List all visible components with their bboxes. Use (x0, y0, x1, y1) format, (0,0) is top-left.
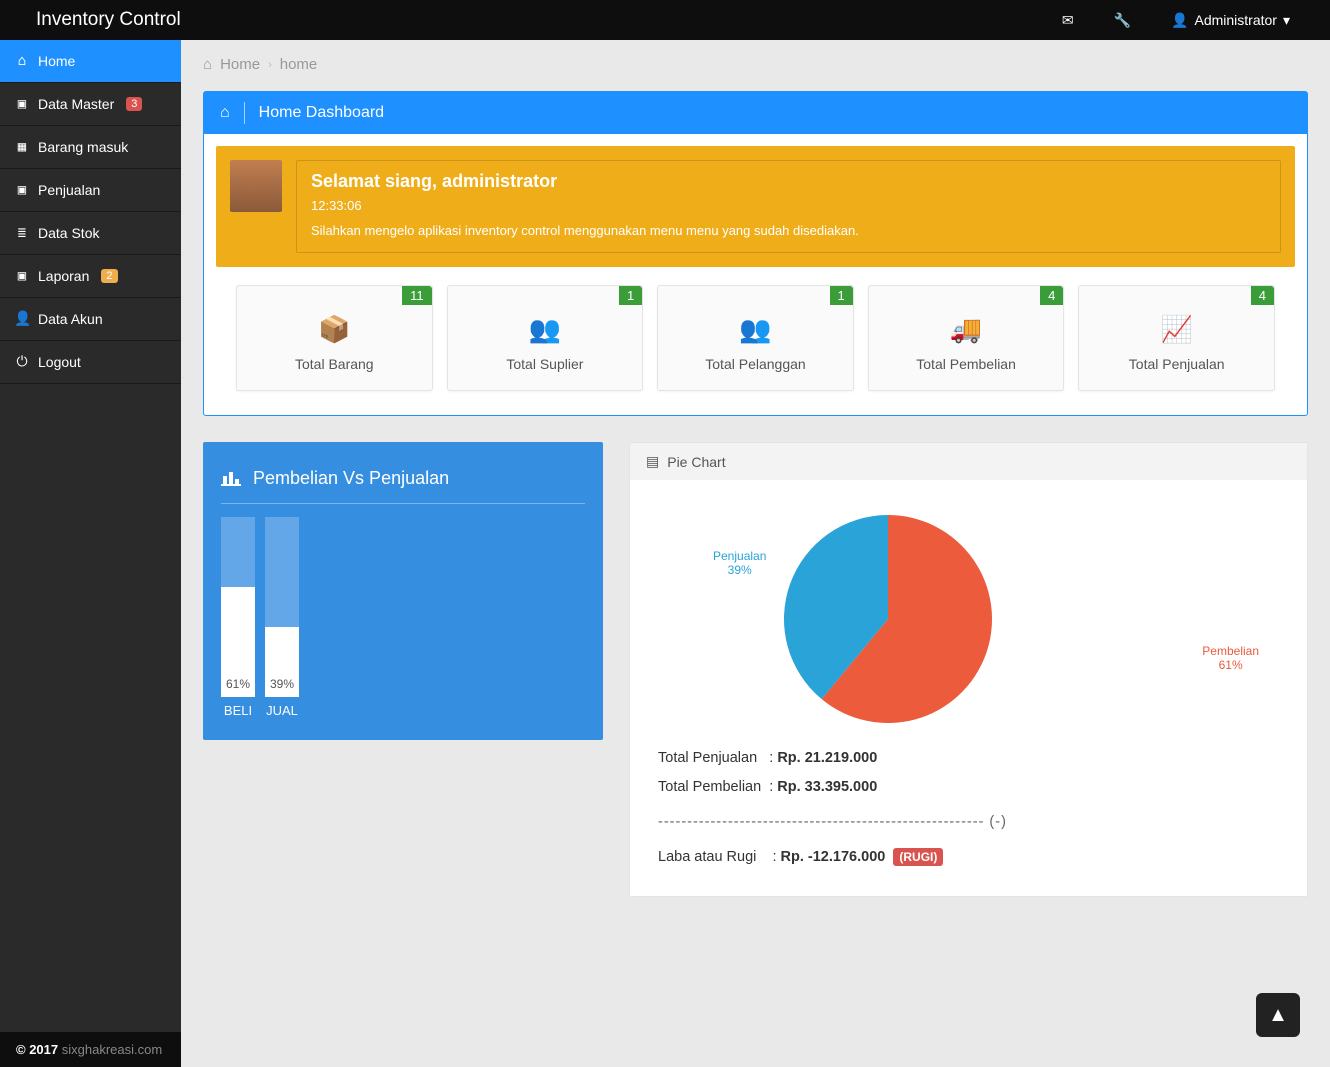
bar-value: 61% (221, 677, 255, 691)
breadcrumb-root[interactable]: Home (220, 56, 260, 73)
sidebar-item-label: Home (38, 53, 75, 69)
stat-card[interactable]: 1 👥 Total Suplier (447, 285, 644, 391)
sidebar-item-data-akun[interactable]: 👤 Data Akun (0, 298, 181, 341)
power-icon: ⏻ (14, 354, 30, 370)
list-icon: ▤ (646, 453, 659, 470)
chevron-down-icon: ▾ (1283, 12, 1290, 29)
sidebar-item-home[interactable]: ⌂ Home (0, 40, 181, 83)
stat-count: 1 (830, 286, 853, 305)
panel-title: Home Dashboard (259, 104, 384, 122)
chevron-right-icon: › (268, 59, 272, 71)
footer: © 2017 sixghakreasi.com (0, 1032, 181, 1067)
breadcrumb-leaf: home (280, 56, 318, 73)
users-icon: 👥 (456, 316, 635, 342)
user-menu[interactable]: 👤 Administrator ▾ (1171, 12, 1290, 29)
bar-chart-icon (221, 470, 241, 488)
totals: Total Penjualan : Rp. 21.219.000 Total P… (658, 744, 1279, 872)
chart-icon: ▣ (14, 96, 30, 112)
avatar (230, 160, 282, 212)
stat-label: Total Penjualan (1087, 356, 1266, 372)
stat-count: 4 (1251, 286, 1274, 305)
stack-icon: ≣ (14, 225, 30, 241)
home-icon: ⌂ (14, 53, 30, 69)
sidebar-item-laporan[interactable]: ▣ Laporan 2 (0, 255, 181, 298)
sidebar-item-label: Laporan (38, 268, 89, 284)
total-penjualan-label: Total Penjualan (658, 750, 757, 766)
sidebar: ⌂ Home ▣ Data Master 3 ▦ Barang masuk ▣ … (0, 40, 181, 1067)
stat-card[interactable]: 4 🚚 Total Pembelian (868, 285, 1065, 391)
total-pembelian-value: Rp. 33.395.000 (777, 779, 877, 795)
footer-year: © 2017 (16, 1042, 58, 1057)
sidebar-item-label: Penjualan (38, 182, 100, 198)
pie-label-penjualan: Penjualan39% (713, 549, 766, 577)
truck-icon: 🚚 (877, 316, 1056, 342)
sidebar-item-label: Data Akun (38, 311, 103, 327)
sidebar-item-label: Barang masuk (38, 139, 128, 155)
main: ⌂ Home › home ⌂ Home Dashboard Selamat s… (181, 40, 1330, 1067)
stat-card[interactable]: 11 📦 Total Barang (236, 285, 433, 391)
bar-label: JUAL (266, 703, 298, 718)
bar-label: BELI (224, 703, 252, 718)
welcome-banner: Selamat siang, administrator 12:33:06 Si… (216, 146, 1295, 267)
sidebar-item-data-stok[interactable]: ≣ Data Stok (0, 212, 181, 255)
home-icon: ⌂ (203, 56, 212, 73)
bar-value: 39% (265, 677, 299, 691)
stat-count: 4 (1040, 286, 1063, 305)
welcome-greeting: Selamat siang, administrator (311, 171, 1266, 192)
wrench-icon[interactable]: 🔧 (1114, 12, 1131, 29)
app-brand: Inventory Control (20, 9, 1062, 31)
bar-chart-title: Pembelian Vs Penjualan (253, 468, 449, 489)
chart-up-icon: 📈 (1087, 316, 1266, 342)
bar-chart: 61% BELI 39% JUAL (221, 528, 585, 718)
box-icon: 📦 (245, 316, 424, 342)
sidebar-item-data-master[interactable]: ▣ Data Master 3 (0, 83, 181, 126)
stats-row: 11 📦 Total Barang 1 👥 Total Suplier 1 👥 … (216, 285, 1295, 403)
sidebar-item-penjualan[interactable]: ▣ Penjualan (0, 169, 181, 212)
calendar-icon: ▦ (14, 139, 30, 155)
home-icon: ⌂ (220, 104, 230, 122)
rugi-badge: (RUGI) (893, 848, 943, 866)
pie-chart-card: ▤ Pie Chart Pembelian61% Penjualan39% Tot… (629, 442, 1308, 897)
laba-rugi-value: Rp. -12.176.000 (781, 849, 886, 865)
stat-label: Total Pelanggan (666, 356, 845, 372)
back-to-top-button[interactable]: ▲ (1256, 993, 1300, 1037)
sidebar-item-label: Logout (38, 354, 81, 370)
panel-header: ⌂ Home Dashboard (204, 92, 1307, 134)
chart-icon: ▣ (14, 268, 30, 284)
topbar: Inventory Control ✉ 🔧 👤 Administrator ▾ (0, 0, 1330, 40)
stat-count: 1 (619, 286, 642, 305)
sidebar-item-barang-masuk[interactable]: ▦ Barang masuk (0, 126, 181, 169)
users-icon: 👥 (666, 316, 845, 342)
stat-count: 11 (402, 286, 432, 305)
user-name: Administrator (1195, 12, 1277, 28)
pie-chart: Pembelian61% Penjualan39% (658, 504, 1279, 744)
badge: 3 (126, 97, 142, 111)
dashboard-panel: ⌂ Home Dashboard Selamat siang, administ… (203, 91, 1308, 416)
sidebar-item-logout[interactable]: ⏻ Logout (0, 341, 181, 384)
sidebar-item-label: Data Stok (38, 225, 99, 241)
stat-card[interactable]: 4 📈 Total Penjualan (1078, 285, 1275, 391)
stat-label: Total Pembelian (877, 356, 1056, 372)
footer-by: sixghakreasi.com (62, 1042, 162, 1057)
stat-label: Total Barang (245, 356, 424, 372)
pie-chart-title: Pie Chart (667, 454, 725, 470)
total-pembelian-label: Total Pembelian (658, 779, 761, 795)
mail-icon[interactable]: ✉ (1062, 12, 1074, 29)
chart-icon: ▣ (14, 182, 30, 198)
user-icon: 👤 (14, 311, 30, 327)
pie-label-pembelian: Pembelian61% (1202, 644, 1259, 672)
badge: 2 (101, 269, 117, 283)
bar-chart-card: Pembelian Vs Penjualan 61% BELI 39% JUAL (203, 442, 603, 740)
welcome-time: 12:33:06 (311, 198, 1266, 213)
breadcrumb: ⌂ Home › home (203, 56, 1308, 73)
stat-label: Total Suplier (456, 356, 635, 372)
stat-card[interactable]: 1 👥 Total Pelanggan (657, 285, 854, 391)
sidebar-item-label: Data Master (38, 96, 114, 112)
total-penjualan-value: Rp. 21.219.000 (777, 750, 877, 766)
divider-line: ----------------------------------------… (658, 808, 1279, 837)
laba-rugi-label: Laba atau Rugi (658, 849, 756, 865)
user-icon: 👤 (1171, 12, 1188, 29)
divider (244, 102, 245, 124)
welcome-message: Silahkan mengelo aplikasi inventory cont… (311, 223, 1266, 238)
